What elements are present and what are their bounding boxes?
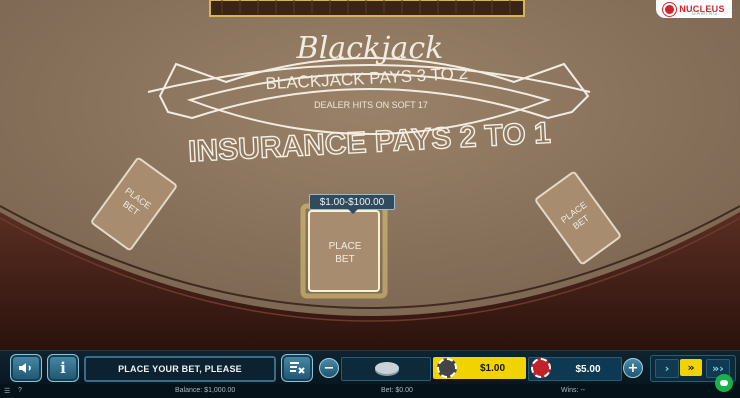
fast-play-button[interactable]: » — [680, 359, 702, 376]
status-bar: ☰ ? Balance: $1,000.00 Bet: $0.00 Wins: … — [0, 384, 740, 398]
chevron-right-icon: › — [664, 362, 670, 375]
menu-icon[interactable]: ☰ — [4, 387, 10, 395]
balance-display: Balance: $1,000.00 — [175, 387, 236, 394]
speaker-icon — [19, 363, 31, 373]
clear-bets-button[interactable] — [281, 354, 313, 382]
chip-1-icon — [437, 358, 457, 378]
bet-display: Bet: $0.00 — [381, 387, 413, 394]
chip-next[interactable]: $5.00 — [528, 357, 622, 381]
chip-stack-icon — [375, 362, 399, 376]
table-title: Blackjack — [296, 31, 444, 66]
spot-label-line2: BET — [335, 254, 354, 265]
nucleus-logo: NUCLEUS GAMING — [656, 0, 732, 18]
bet-spot-center[interactable]: PLACE BET — [300, 203, 388, 299]
info-icon: i — [60, 359, 66, 377]
triple-chevron-icon: »› — [712, 362, 724, 375]
clear-icon — [290, 362, 305, 374]
increase-chip-button[interactable]: + — [623, 358, 643, 378]
nucleus-mark-icon — [663, 2, 677, 16]
spot-label-line1: PLACE — [329, 241, 362, 252]
info-button[interactable]: i — [47, 354, 79, 382]
chip-selected[interactable]: $1.00 — [433, 357, 526, 379]
chip-stack-panel — [341, 357, 431, 381]
help-button[interactable]: ? — [18, 387, 22, 394]
deal-button[interactable]: › — [655, 359, 679, 378]
bet-range-tooltip: $1.00-$100.00 — [309, 194, 395, 214]
decrease-chip-button[interactable]: − — [319, 358, 339, 378]
status-message: PLACE YOUR BET, PLEASE — [84, 356, 276, 382]
chat-button[interactable] — [715, 374, 733, 392]
chip-5-icon — [531, 358, 551, 378]
double-chevron-icon: » — [687, 361, 695, 374]
rule-dealer: DEALER HITS ON SOFT 17 — [314, 100, 428, 110]
wins-display: Wins: -- — [561, 387, 586, 394]
blackjack-game: Blackjack BLACKJACK PAYS 3 TO 2 DEALER H… — [0, 0, 740, 398]
sound-button[interactable] — [10, 354, 42, 382]
